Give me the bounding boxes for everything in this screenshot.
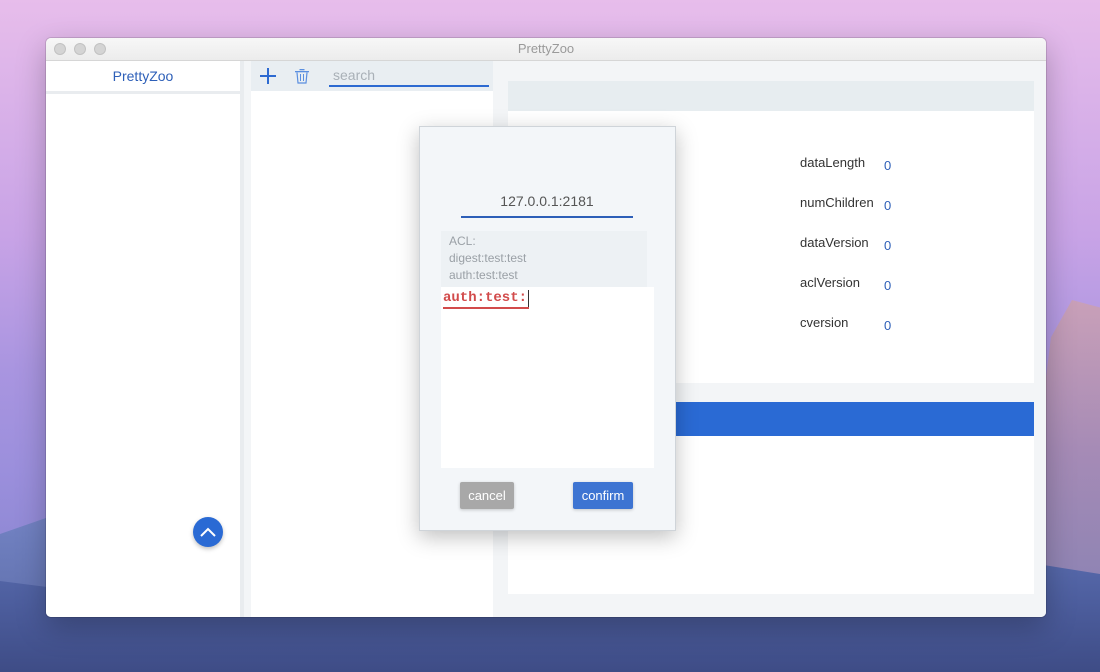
- title-bar: PrettyZoo: [46, 38, 1046, 61]
- window-controls: [54, 43, 106, 55]
- stat-value-aclversion: 0: [884, 278, 892, 293]
- trash-icon: [295, 69, 309, 84]
- acl-input-text: auth:test:: [443, 290, 530, 309]
- confirm-button[interactable]: confirm: [573, 482, 633, 509]
- search-input[interactable]: [329, 65, 489, 87]
- stat-label-cversion: cversion: [800, 315, 849, 330]
- acl-hint-line: ACL:: [449, 234, 476, 248]
- acl-hint: ACL: digest:test:test auth:test:test: [441, 231, 647, 287]
- acl-textarea[interactable]: auth:test:: [441, 287, 654, 468]
- stat-label-dataversion: dataVersion: [800, 235, 869, 250]
- add-node-button[interactable]: [257, 65, 279, 87]
- sidebar-divider[interactable]: [240, 61, 244, 617]
- acl-hint-line: digest:test:test: [449, 251, 527, 265]
- stat-value-cversion: 0: [884, 318, 892, 333]
- plus-icon: [260, 68, 276, 84]
- stat-value-dataversion: 0: [884, 238, 892, 253]
- delete-node-button[interactable]: [291, 65, 313, 87]
- text-caret: [528, 290, 530, 307]
- close-window-button[interactable]: [54, 43, 66, 55]
- add-acl-dialog: 127.0.0.1:2181 ACL: digest:test:test aut…: [419, 126, 676, 531]
- cancel-button[interactable]: cancel: [460, 482, 514, 509]
- scroll-up-button[interactable]: [193, 517, 223, 547]
- stat-label-numchildren: numChildren: [800, 195, 874, 210]
- zoom-window-button[interactable]: [94, 43, 106, 55]
- window-title: PrettyZoo: [517, 41, 575, 56]
- sidebar-header[interactable]: PrettyZoo: [46, 61, 240, 94]
- stat-value-datalength: 0: [884, 158, 892, 173]
- node-info-header: [508, 81, 1034, 111]
- acl-input-value: auth:test:: [443, 290, 528, 306]
- server-sidebar: PrettyZoo: [46, 61, 240, 617]
- tree-toolbar: [251, 61, 493, 91]
- chevron-up-icon: [200, 527, 216, 537]
- host-field[interactable]: 127.0.0.1:2181: [461, 189, 633, 218]
- stat-label-aclversion: aclVersion: [800, 275, 860, 290]
- acl-hint-line: auth:test:test: [449, 268, 518, 282]
- stat-label-datalength: dataLength: [800, 155, 866, 170]
- minimize-window-button[interactable]: [74, 43, 86, 55]
- stat-value-numchildren: 0: [884, 198, 892, 213]
